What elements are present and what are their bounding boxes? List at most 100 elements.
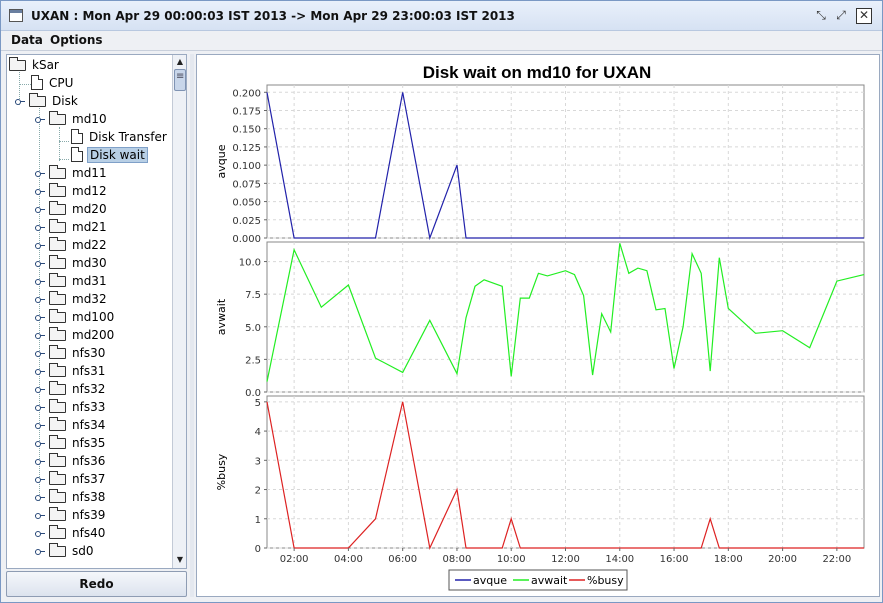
x-tick-label: 08:00 xyxy=(443,554,472,565)
folder-icon xyxy=(29,93,46,107)
folder-icon xyxy=(49,417,66,431)
tree-item-sd0[interactable]: sd0 xyxy=(7,543,172,560)
tree-item-nfs33[interactable]: nfs33 xyxy=(7,399,172,416)
x-tick-label: 06:00 xyxy=(388,554,417,565)
y-tick-label: 3 xyxy=(255,456,261,467)
legend-label: avque xyxy=(473,574,507,587)
expand-handle-icon[interactable] xyxy=(35,369,45,375)
expand-handle-icon[interactable] xyxy=(35,513,45,519)
expand-handle-icon[interactable] xyxy=(35,531,45,537)
expand-handle-icon[interactable] xyxy=(35,297,45,303)
tree-item-nfs39[interactable]: nfs39 xyxy=(7,507,172,524)
tree-root-ksar[interactable]: kSar xyxy=(7,57,172,74)
tree-node-label: CPU xyxy=(49,76,74,90)
y-tick-label: 0.075 xyxy=(232,179,261,190)
disk-wait-chart: Disk wait on md10 for UXAN 0.000 0.025 0.05… xyxy=(215,63,865,591)
folder-icon xyxy=(49,327,66,341)
tree-scrollbar[interactable]: ▲ ▼ xyxy=(172,55,186,568)
x-tick-label: 18:00 xyxy=(714,554,743,565)
tree-item-md21[interactable]: md21 xyxy=(7,219,172,236)
tree-node-label: md21 xyxy=(72,220,107,234)
y-tick-label: 2.5 xyxy=(245,355,261,366)
tree-item-md100[interactable]: md100 xyxy=(7,309,172,326)
tree-item-nfs32[interactable]: nfs32 xyxy=(7,381,172,398)
tree-item-md32[interactable]: md32 xyxy=(7,291,172,308)
tree-item-md200[interactable]: md200 xyxy=(7,327,172,344)
y-axis-label: %busy xyxy=(215,453,228,490)
plot-area xyxy=(266,84,865,239)
folder-icon xyxy=(49,471,66,485)
expand-handle-icon[interactable] xyxy=(35,117,45,123)
y-tick-label: 5 xyxy=(255,398,261,409)
expand-handle-icon[interactable] xyxy=(35,405,45,411)
scroll-up-icon[interactable]: ▲ xyxy=(174,56,186,68)
tree-item-md11[interactable]: md11 xyxy=(7,165,172,182)
expand-handle-icon[interactable] xyxy=(35,549,45,555)
tree-item-md31[interactable]: md31 xyxy=(7,273,172,290)
plot-area xyxy=(266,395,865,549)
tree-item-nfs34[interactable]: nfs34 xyxy=(7,417,172,434)
expand-handle-icon[interactable] xyxy=(35,243,45,249)
expand-handle-icon[interactable] xyxy=(35,225,45,231)
tree-item-nfs30[interactable]: nfs30 xyxy=(7,345,172,362)
expand-handle-icon[interactable] xyxy=(15,99,25,105)
scroll-down-icon[interactable]: ▼ xyxy=(174,554,186,566)
folder-icon xyxy=(9,57,26,71)
expand-handle-icon[interactable] xyxy=(35,423,45,429)
expand-handle-icon[interactable] xyxy=(35,441,45,447)
folder-icon xyxy=(49,435,66,449)
menu-bar: Data Options xyxy=(1,31,882,51)
tree-item-disk-transfer[interactable]: Disk Transfer xyxy=(7,129,172,146)
legend-label: avwait xyxy=(531,574,568,587)
expand-handle-icon[interactable] xyxy=(35,495,45,501)
menu-options[interactable]: Options xyxy=(50,33,103,47)
document-icon xyxy=(71,129,83,144)
folder-icon xyxy=(49,291,66,305)
tree-item-md12[interactable]: md12 xyxy=(7,183,172,200)
app-window: UXAN : Mon Apr 29 00:00:03 IST 2013 -> M… xyxy=(0,0,883,603)
tree-item-nfs31[interactable]: nfs31 xyxy=(7,363,172,380)
expand-handle-icon[interactable] xyxy=(35,387,45,393)
menu-data[interactable]: Data xyxy=(11,33,43,47)
tree-item-nfs35[interactable]: nfs35 xyxy=(7,435,172,452)
expand-handle-icon[interactable] xyxy=(35,261,45,267)
tree-item-md30[interactable]: md30 xyxy=(7,255,172,272)
expand-handle-icon[interactable] xyxy=(35,477,45,483)
restore-icon[interactable]: ⤡ xyxy=(813,8,829,24)
tree-node-label: nfs35 xyxy=(72,436,106,450)
folder-icon xyxy=(49,453,66,467)
y-tick-label: 7.5 xyxy=(245,290,261,301)
y-tick-label: 0.025 xyxy=(232,216,261,227)
scroll-thumb[interactable] xyxy=(174,69,186,91)
tree-node-label: md200 xyxy=(72,328,115,342)
tree-item-nfs36[interactable]: nfs36 xyxy=(7,453,172,470)
expand-handle-icon[interactable] xyxy=(35,459,45,465)
tree-item-md20[interactable]: md20 xyxy=(7,201,172,218)
expand-handle-icon[interactable] xyxy=(35,189,45,195)
tree-item-nfs38[interactable]: nfs38 xyxy=(7,489,172,506)
tree-node-label: md100 xyxy=(72,310,115,324)
expand-handle-icon[interactable] xyxy=(35,171,45,177)
tree-item-md10[interactable]: md10 xyxy=(7,111,172,128)
expand-handle-icon[interactable] xyxy=(35,207,45,213)
x-tick-label: 20:00 xyxy=(768,554,797,565)
tree-item-disk[interactable]: Disk xyxy=(7,93,172,110)
expand-handle-icon[interactable] xyxy=(35,279,45,285)
folder-icon xyxy=(49,381,66,395)
tree-item-disk-wait[interactable]: Disk wait xyxy=(7,147,172,164)
split-divider[interactable] xyxy=(190,54,194,597)
folder-icon xyxy=(49,543,66,557)
tree-item-cpu[interactable]: CPU xyxy=(7,75,172,92)
window-icon xyxy=(9,9,23,22)
redo-button[interactable]: Redo xyxy=(6,571,187,597)
expand-handle-icon[interactable] xyxy=(35,315,45,321)
expand-handle-icon[interactable] xyxy=(35,333,45,339)
tree-node-label: kSar xyxy=(32,58,59,72)
tree-item-nfs40[interactable]: nfs40 xyxy=(7,525,172,542)
tree-item-md22[interactable]: md22 xyxy=(7,237,172,254)
expand-handle-icon[interactable] xyxy=(35,351,45,357)
tree-item-nfs37[interactable]: nfs37 xyxy=(7,471,172,488)
folder-icon xyxy=(49,219,66,233)
maximize-icon[interactable]: ⤢ xyxy=(833,8,849,24)
close-icon[interactable]: ✕ xyxy=(856,8,872,24)
